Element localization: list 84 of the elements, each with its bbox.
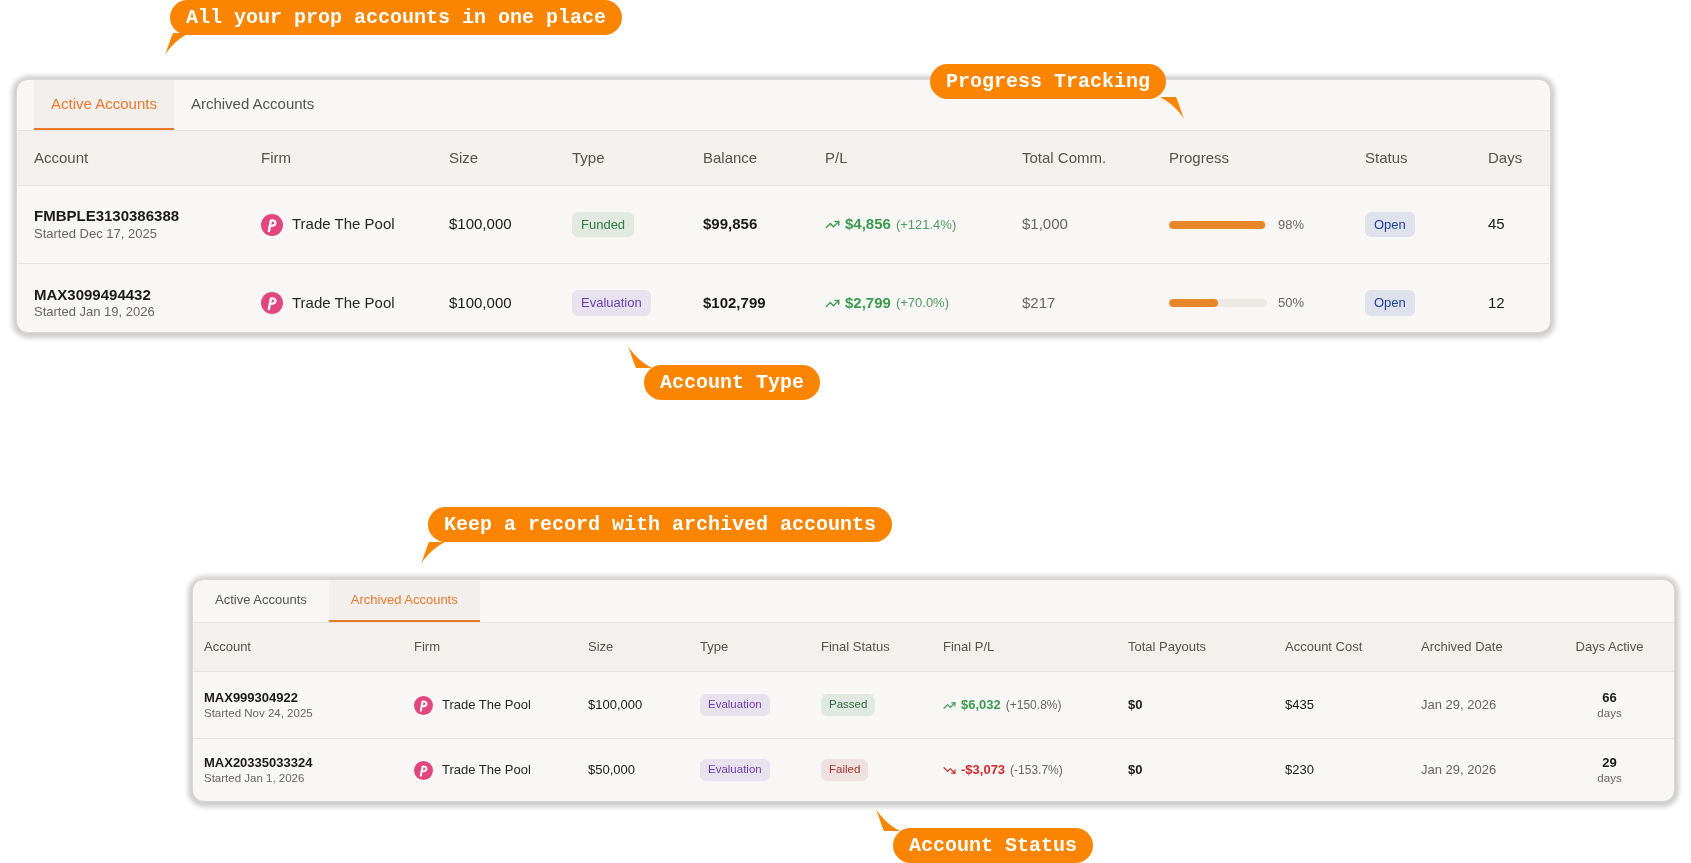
column-header: Total Payouts — [1128, 638, 1207, 657]
start-date: Started Nov 24, 2025 — [204, 705, 313, 721]
table-cell-text: $1,000 — [1022, 214, 1068, 235]
days-count: 66 — [1602, 689, 1617, 706]
column-header: Type — [700, 638, 729, 657]
tag: Open — [1365, 211, 1415, 238]
callout-label: Account Type — [644, 365, 821, 400]
days-unit: days — [1597, 705, 1622, 721]
table-cell-text: $230 — [1285, 761, 1314, 780]
callout-label: Account Status — [893, 828, 1094, 863]
days-count: 29 — [1602, 754, 1617, 771]
table-cell-text: $435 — [1285, 696, 1314, 715]
table-cell-text: $99,856 — [703, 214, 758, 235]
callout-pointer-icon — [421, 542, 445, 564]
tag: Evaluation — [700, 694, 770, 716]
firm-logo-icon — [414, 695, 433, 715]
profit-percent: (+70.0%) — [895, 294, 949, 313]
profit-percent: (-153.7%) — [1010, 762, 1063, 779]
table-cell-text: Jan 29, 2026 — [1421, 761, 1497, 780]
table-cell-text: $100,000 — [588, 696, 643, 715]
tag: Failed — [821, 759, 869, 781]
column-header: Firm — [414, 638, 440, 657]
account-id: MAX3099494432 — [34, 285, 152, 305]
firm-logo-icon — [261, 292, 283, 314]
tag: Passed — [821, 694, 876, 716]
firm-logo-icon — [261, 213, 283, 236]
tag: Evaluation — [700, 759, 770, 781]
table-cell-text: $100,000 — [449, 214, 512, 235]
table-cell-text: Jan 29, 2026 — [1421, 696, 1497, 715]
tab[interactable]: Active Accounts — [193, 580, 329, 622]
profit-amount: $2,799 — [845, 292, 891, 313]
table-cell-text: 45 — [1488, 214, 1505, 235]
column-header: Type — [572, 147, 605, 168]
column-header: Account — [204, 638, 251, 657]
firm-name: Trade The Pool — [442, 761, 531, 780]
table-cell-text: 12 — [1488, 292, 1505, 313]
callout-label: Progress Tracking — [930, 64, 1167, 99]
profit-amount: $6,032 — [961, 696, 1001, 715]
column-header: Firm — [261, 147, 291, 168]
account-id: FMBPLE3130386388 — [34, 207, 180, 226]
callout-pointer-icon — [628, 346, 652, 368]
column-header: Days — [1488, 147, 1523, 168]
account-id: MAX20335033324 — [204, 754, 313, 771]
profit-percent: (+121.4%) — [895, 215, 957, 234]
column-header: Days Active — [1575, 638, 1644, 657]
account-id: MAX999304922 — [204, 689, 299, 706]
callout-pointer-icon — [1160, 97, 1184, 119]
start-date: Started Jan 1, 2026 — [204, 770, 306, 786]
firm-name: Trade The Pool — [292, 292, 395, 313]
profit-amount: $4,856 — [845, 214, 891, 235]
firm-logo-icon — [414, 760, 433, 780]
progress-percent: 50% — [1278, 294, 1305, 313]
column-header: P/L — [825, 147, 848, 168]
column-header: Account — [34, 147, 89, 168]
firm-name: Trade The Pool — [442, 696, 531, 715]
column-header: Status — [1365, 147, 1408, 168]
callout-pointer-icon — [876, 809, 900, 831]
table-cell-text: $0 — [1128, 761, 1143, 780]
table-cell-text: $0 — [1128, 696, 1143, 715]
profit-amount: -$3,073 — [961, 761, 1006, 780]
column-header: Size — [449, 147, 479, 168]
column-header: Size — [588, 638, 614, 657]
tag: Funded — [572, 211, 635, 238]
column-header: Total Comm. — [1022, 147, 1107, 168]
tab[interactable]: Archived Accounts — [173, 80, 332, 130]
start-date: Started Dec 17, 2025 — [34, 225, 158, 242]
days-unit: days — [1597, 770, 1622, 786]
column-header: Final P/L — [943, 638, 995, 657]
profit-percent: (+150.8%) — [1005, 697, 1062, 714]
table-cell-text: $50,000 — [588, 761, 635, 780]
start-date: Started Jan 19, 2026 — [34, 304, 155, 321]
column-header: Account Cost — [1285, 638, 1363, 657]
column-header: Balance — [703, 147, 758, 168]
callout-label: Keep a record with archived accounts — [428, 507, 893, 542]
table-cell-text: $102,799 — [703, 292, 766, 313]
column-header: Progress — [1169, 147, 1230, 168]
tag: Evaluation — [572, 290, 651, 316]
column-header: Final Status — [821, 638, 890, 657]
progress-percent: 98% — [1278, 215, 1305, 234]
table-cell-text: $217 — [1022, 292, 1056, 313]
column-header: Archived Date — [1421, 638, 1503, 657]
table-cell-text: $100,000 — [449, 292, 512, 313]
firm-name: Trade The Pool — [292, 214, 395, 235]
tag: Open — [1365, 290, 1415, 316]
